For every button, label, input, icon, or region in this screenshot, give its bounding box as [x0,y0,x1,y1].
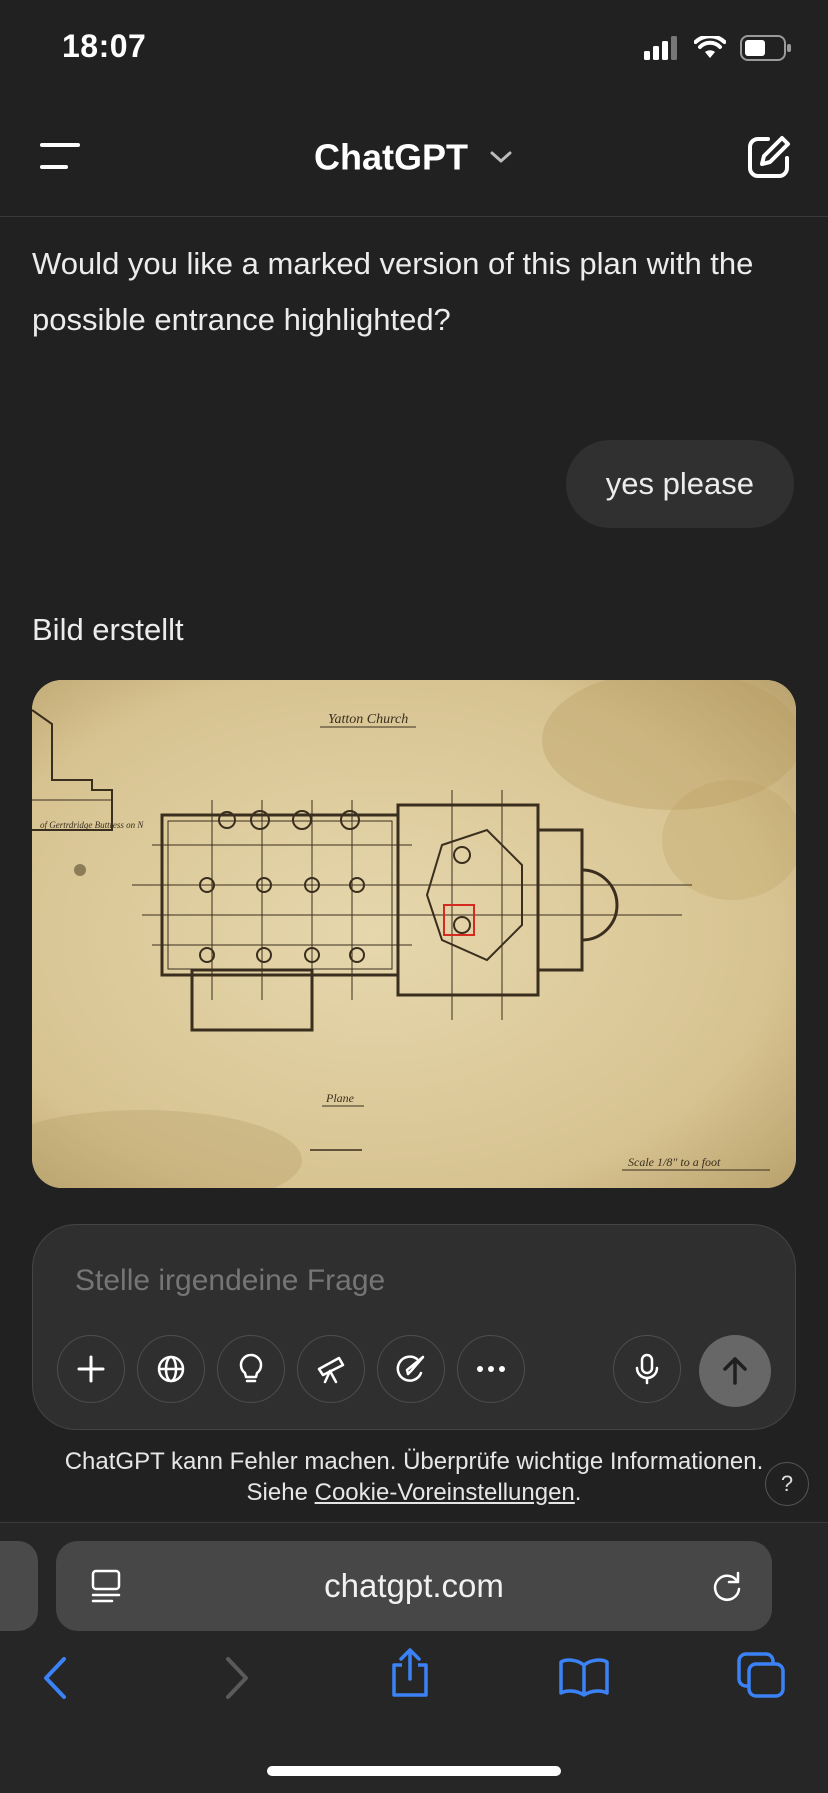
cookie-preferences-link[interactable]: Cookie-Voreinstellungen [315,1479,575,1506]
browser-toolbar: chatgpt.com [0,1522,828,1793]
reason-button[interactable] [217,1335,285,1403]
new-chat-button[interactable] [746,134,792,180]
image-title-text: Yatton Church [328,712,408,727]
church-floor-plan-image: Yatton Church of Gertrdridge Buttress on… [32,680,796,1188]
telescope-icon [317,1356,345,1384]
battery-icon [740,35,791,61]
wifi-icon [694,36,726,58]
microphone-icon [635,1353,659,1385]
deep-research-button[interactable] [297,1335,365,1403]
disclaimer-prefix: Siehe [246,1479,315,1506]
left-annotation-text: of Gertrdridge Buttress on N [40,820,144,830]
reload-icon[interactable] [710,1569,744,1603]
more-icon [477,1366,505,1372]
create-image-button[interactable] [377,1335,445,1403]
more-tools-button[interactable] [457,1335,525,1403]
back-arrow-icon[interactable] [40,1655,70,1701]
cellular-signal-icon [644,36,677,60]
edit-icon [748,136,790,178]
add-attachment-button[interactable] [57,1335,125,1403]
bookmarks-icon[interactable] [558,1657,610,1697]
help-button[interactable]: ? [765,1462,809,1506]
voice-input-button[interactable] [613,1335,681,1403]
address-bar[interactable]: chatgpt.com [56,1541,772,1631]
scale-label-text: Scale 1/8" to a foot [628,1155,721,1169]
share-icon[interactable] [388,1647,432,1699]
url-text: chatgpt.com [324,1567,504,1604]
plus-icon [77,1355,105,1383]
status-time: 18:07 [62,28,147,64]
globe-icon [157,1355,185,1383]
disclaimer-line-2: Siehe Cookie-Voreinstellungen. [0,1477,828,1508]
arrow-up-icon [723,1357,747,1385]
lightbulb-icon [239,1353,263,1383]
disclaimer: ChatGPT kann Fehler machen. Überprüfe wi… [0,1446,828,1508]
chat-header: ChatGPT [0,100,828,217]
user-message-bubble: yes please [565,440,794,528]
prompt-input[interactable] [73,1263,677,1299]
forward-arrow-icon[interactable] [222,1655,252,1701]
home-indicator [267,1766,561,1776]
image-generated-label: Bild erstellt [32,612,184,647]
disclaimer-line-1: ChatGPT kann Fehler machen. Überprüfe wi… [64,1448,764,1475]
plan-label-text: Plane [325,1091,355,1105]
previous-tab-preview[interactable] [0,1541,38,1631]
assistant-message: Would you like a marked version of this … [32,246,754,337]
web-search-button[interactable] [137,1335,205,1403]
generated-image[interactable]: Yatton Church of Gertrdridge Buttress on… [32,680,796,1188]
model-selector[interactable]: ChatGPT [0,134,828,178]
tabs-icon[interactable] [736,1651,786,1699]
brush-icon [396,1355,425,1382]
send-button[interactable] [699,1335,771,1407]
page-title: ChatGPT [313,136,468,178]
disclaimer-suffix: . [574,1479,582,1506]
chevron-down-icon [490,151,512,163]
message-composer [32,1224,796,1430]
status-icons [644,34,792,62]
